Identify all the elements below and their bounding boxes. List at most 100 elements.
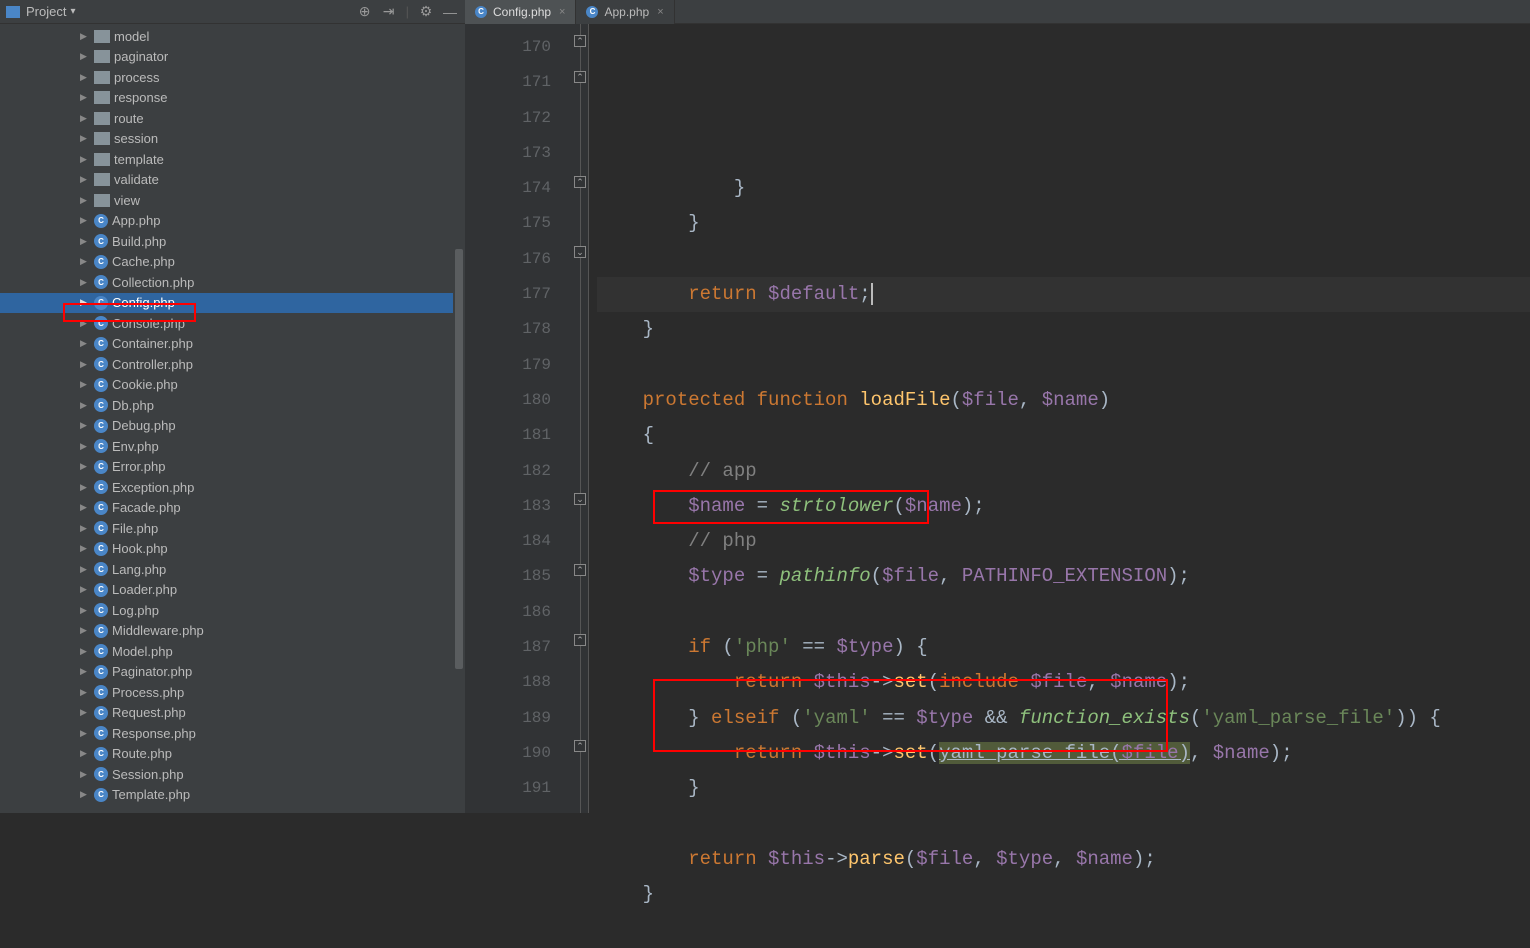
tree-item[interactable]: ▶CHook.php: [0, 539, 465, 560]
expand-icon[interactable]: ▶: [80, 461, 90, 472]
expand-icon[interactable]: ▶: [80, 625, 90, 636]
expand-icon[interactable]: ▶: [80, 482, 90, 493]
code-line[interactable]: }: [597, 312, 1530, 347]
code-line[interactable]: // php: [597, 524, 1530, 559]
tree-item[interactable]: ▶model: [0, 26, 465, 47]
code-area[interactable]: } } return $default; } protected functio…: [589, 24, 1530, 813]
expand-icon[interactable]: ▶: [80, 502, 90, 513]
collapse-icon[interactable]: ⇥: [382, 5, 396, 19]
target-icon[interactable]: ⊕: [358, 5, 372, 19]
expand-icon[interactable]: ▶: [80, 748, 90, 759]
tree-item[interactable]: ▶response: [0, 88, 465, 109]
code-line[interactable]: } elseif ('yaml' == $type && function_ex…: [597, 701, 1530, 736]
code-line[interactable]: [597, 807, 1530, 842]
expand-icon[interactable]: ▶: [80, 195, 90, 206]
expand-icon[interactable]: ▶: [80, 605, 90, 616]
hide-icon[interactable]: —: [443, 5, 457, 19]
tree-item[interactable]: ▶view: [0, 190, 465, 211]
tree-item[interactable]: ▶CFacade.php: [0, 498, 465, 519]
tree-item[interactable]: ▶CRoute.php: [0, 744, 465, 765]
tree-item[interactable]: ▶CProcess.php: [0, 682, 465, 703]
code-line[interactable]: [597, 242, 1530, 277]
code-line[interactable]: }: [597, 171, 1530, 206]
expand-icon[interactable]: ▶: [80, 31, 90, 42]
expand-icon[interactable]: ▶: [80, 215, 90, 226]
code-line[interactable]: }: [597, 771, 1530, 806]
expand-icon[interactable]: ▶: [80, 174, 90, 185]
expand-icon[interactable]: ▶: [80, 51, 90, 62]
tree-item[interactable]: ▶CTemplate.php: [0, 785, 465, 806]
tree-item[interactable]: ▶route: [0, 108, 465, 129]
expand-icon[interactable]: ▶: [80, 113, 90, 124]
dropdown-icon[interactable]: ▾: [70, 6, 75, 17]
code-line[interactable]: if ('php' == $type) {: [597, 630, 1530, 665]
tree-item[interactable]: ▶CController.php: [0, 354, 465, 375]
fold-marker[interactable]: ⌃: [574, 564, 586, 576]
expand-icon[interactable]: ▶: [80, 338, 90, 349]
close-icon[interactable]: ×: [657, 6, 663, 18]
expand-icon[interactable]: ▶: [80, 543, 90, 554]
fold-marker[interactable]: ⌃: [574, 35, 586, 47]
tree-item[interactable]: ▶CError.php: [0, 457, 465, 478]
expand-icon[interactable]: ▶: [80, 666, 90, 677]
sidebar-scrollbar[interactable]: [453, 24, 465, 813]
code-line[interactable]: }: [597, 206, 1530, 241]
tree-item[interactable]: ▶CDb.php: [0, 395, 465, 416]
code-line[interactable]: return $this->set(include $file, $name);: [597, 665, 1530, 700]
fold-marker[interactable]: ⌃: [574, 634, 586, 646]
tree-item[interactable]: ▶CRequest.php: [0, 703, 465, 724]
tree-item[interactable]: ▶CConsole.php: [0, 313, 465, 334]
close-icon[interactable]: ×: [559, 6, 565, 18]
fold-marker[interactable]: ⌄: [574, 246, 586, 258]
code-editor[interactable]: 1701711721731741751761771781791801811821…: [465, 24, 1530, 813]
expand-icon[interactable]: ▶: [80, 523, 90, 534]
expand-icon[interactable]: ▶: [80, 236, 90, 247]
tree-item[interactable]: ▶CModel.php: [0, 641, 465, 662]
tree-item[interactable]: ▶CSession.php: [0, 764, 465, 785]
tree-item[interactable]: ▶template: [0, 149, 465, 170]
tree-item[interactable]: ▶paginator: [0, 47, 465, 68]
tab-config-php[interactable]: CConfig.php×: [465, 0, 576, 24]
fold-marker[interactable]: ⌃: [574, 176, 586, 188]
code-line[interactable]: [597, 595, 1530, 630]
tree-item[interactable]: ▶CCookie.php: [0, 375, 465, 396]
expand-icon[interactable]: ▶: [80, 318, 90, 329]
tab-app-php[interactable]: CApp.php×: [576, 0, 674, 24]
code-line[interactable]: return $this->parse($file, $type, $name)…: [597, 842, 1530, 877]
code-line[interactable]: return $default;: [597, 277, 1530, 312]
code-line[interactable]: [597, 912, 1530, 947]
tree-item[interactable]: ▶CLang.php: [0, 559, 465, 580]
expand-icon[interactable]: ▶: [80, 646, 90, 657]
expand-icon[interactable]: ▶: [80, 420, 90, 431]
tree-item[interactable]: ▶session: [0, 129, 465, 150]
expand-icon[interactable]: ▶: [80, 564, 90, 575]
code-line[interactable]: {: [597, 418, 1530, 453]
expand-icon[interactable]: ▶: [80, 769, 90, 780]
code-line[interactable]: [597, 348, 1530, 383]
fold-marker[interactable]: ⌃: [574, 740, 586, 752]
fold-column[interactable]: ⌃ ⌃ ⌃ ⌄ ⌄ ⌃ ⌃ ⌃: [573, 24, 589, 813]
expand-icon[interactable]: ▶: [80, 379, 90, 390]
fold-marker[interactable]: ⌃: [574, 71, 586, 83]
expand-icon[interactable]: ▶: [80, 789, 90, 800]
expand-icon[interactable]: ▶: [80, 72, 90, 83]
project-label[interactable]: Project: [26, 4, 66, 19]
tree-item[interactable]: ▶validate: [0, 170, 465, 191]
code-line[interactable]: $type = pathinfo($file, PATHINFO_EXTENSI…: [597, 559, 1530, 594]
tree-item[interactable]: ▶CLoader.php: [0, 580, 465, 601]
tree-item[interactable]: ▶CEnv.php: [0, 436, 465, 457]
expand-icon[interactable]: ▶: [80, 297, 90, 308]
expand-icon[interactable]: ▶: [80, 133, 90, 144]
tree-item[interactable]: ▶process: [0, 67, 465, 88]
tree-item[interactable]: ▶CException.php: [0, 477, 465, 498]
tree-item[interactable]: ▶CResponse.php: [0, 723, 465, 744]
code-line[interactable]: protected function loadFile($file, $name…: [597, 383, 1530, 418]
expand-icon[interactable]: ▶: [80, 277, 90, 288]
tree-item[interactable]: ▶CDebug.php: [0, 416, 465, 437]
tree-item[interactable]: ▶CMiddleware.php: [0, 621, 465, 642]
expand-icon[interactable]: ▶: [80, 154, 90, 165]
expand-icon[interactable]: ▶: [80, 584, 90, 595]
tree-item[interactable]: ▶CConfig.php: [0, 293, 465, 314]
tree-item[interactable]: ▶CLog.php: [0, 600, 465, 621]
fold-marker[interactable]: ⌄: [574, 493, 586, 505]
